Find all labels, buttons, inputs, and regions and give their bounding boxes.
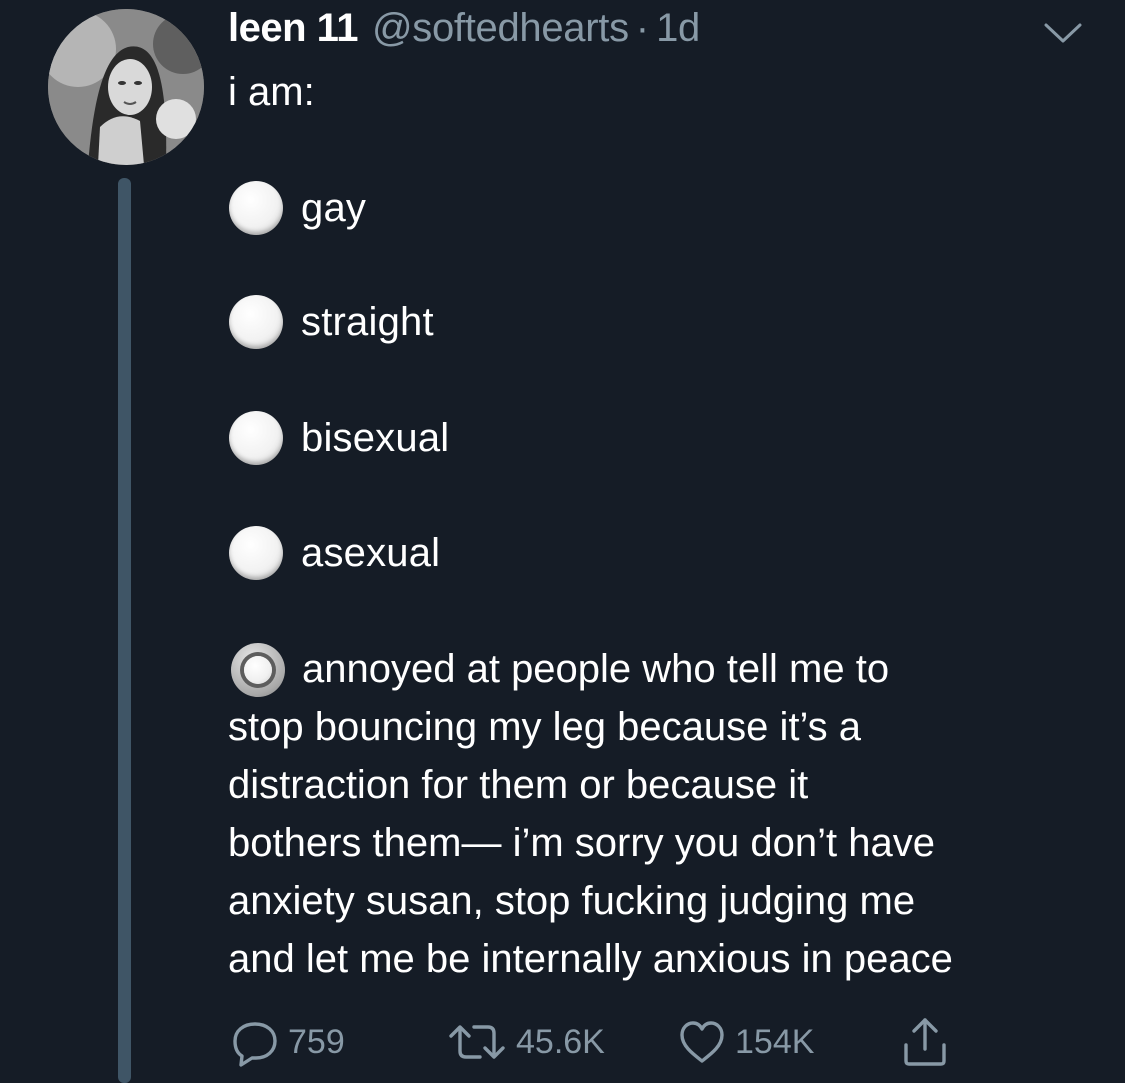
radio-button-icon [229, 526, 283, 580]
tweet-header: leen 11 @softedhearts · 1d [228, 6, 700, 58]
avatar[interactable] [48, 9, 204, 165]
radio-button-icon [229, 295, 283, 349]
heart-icon [680, 1021, 724, 1063]
timestamp[interactable]: 1d [656, 6, 700, 51]
tweet-actions: 759 45.6K 154K [0, 1014, 1125, 1070]
radio-button-icon [229, 411, 283, 465]
display-name[interactable]: leen 11 [228, 6, 358, 51]
like-count: 154K [735, 1022, 815, 1061]
option-label: gay [301, 185, 367, 230]
avatar-photo [48, 9, 204, 165]
retweet-count: 45.6K [516, 1022, 605, 1061]
like-button[interactable]: 154K [677, 1014, 814, 1070]
share-button[interactable] [898, 1014, 952, 1070]
option-label: asexual [301, 530, 441, 575]
radio-button-icon [229, 181, 283, 235]
selected-option-line: distraction for them or because it [228, 763, 809, 807]
tweet: leen 11 @softedhearts · 1d i am: gay str… [0, 0, 1125, 1083]
option-gay: gay [229, 180, 366, 236]
selected-option-text: stop bouncing my leg because it’s a dist… [228, 698, 1108, 988]
option-asexual: asexual [229, 525, 440, 581]
chevron-down-icon[interactable] [1042, 20, 1084, 46]
share-icon [904, 1018, 946, 1066]
reply-button[interactable]: 759 [230, 1014, 345, 1070]
selected-option-line: bothers them— i’m sorry you don’t have [228, 821, 935, 865]
option-label: bisexual [301, 415, 450, 460]
thread-line [118, 178, 131, 1083]
reply-icon [233, 1022, 277, 1067]
selected-option-first-line: annoyed at people who tell me to [302, 647, 890, 691]
selected-option-line: anxiety susan, stop fucking judging me [228, 879, 916, 923]
tweet-intro: i am: [228, 70, 315, 114]
selected-option-line: and let me be internally anxious in peac… [228, 937, 953, 981]
option-bisexual: bisexual [229, 410, 449, 466]
separator-dot: · [635, 6, 650, 50]
retweet-button[interactable]: 45.6K [446, 1014, 605, 1070]
option-label: straight [301, 299, 434, 344]
selected-option-line: stop bouncing my leg because it’s a [228, 705, 861, 749]
reply-count: 759 [288, 1022, 345, 1061]
option-straight: straight [229, 294, 434, 350]
retweet-icon [449, 1025, 505, 1059]
radio-button-selected-icon [231, 643, 285, 697]
user-handle[interactable]: @softedhearts [372, 6, 629, 51]
